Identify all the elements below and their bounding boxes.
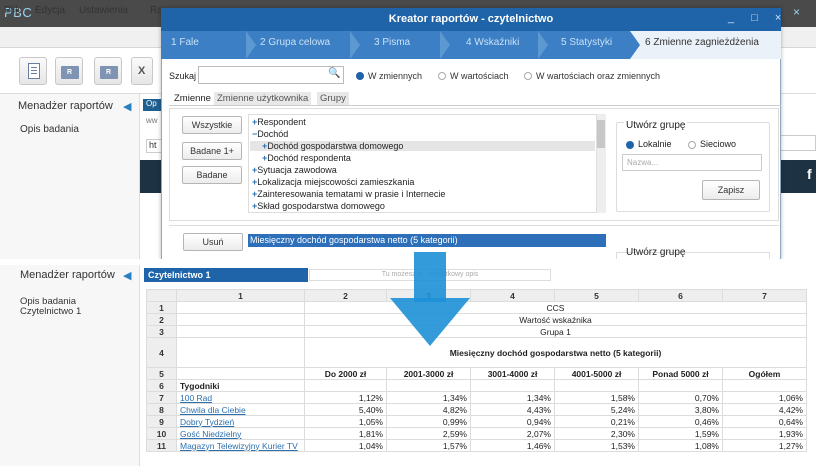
selected-variable-item[interactable]: Miesięczny dochód gospodarstwa netto (5 … <box>248 234 606 247</box>
merged-header-cell[interactable]: CCS <box>304 301 807 314</box>
table-row: 6 Tygodniki <box>146 379 807 392</box>
tree-item[interactable]: +Lokalizacja miejscowości zamieszkania <box>252 177 414 187</box>
table-row: 1 CCS <box>146 301 807 314</box>
all-button[interactable]: Wszystkie <box>182 116 242 134</box>
magazine-link[interactable]: Chwila dla Ciebie <box>180 405 246 415</box>
merged-header-cell[interactable]: Wartość wskaźnika <box>304 313 807 326</box>
collapse-panel-icon[interactable]: ◀ <box>123 100 131 113</box>
radio-in-variables-label: W zmiennych <box>368 71 423 81</box>
menu-plik[interactable]: Plik <box>4 5 20 16</box>
tree-item-czytelnictwo-1[interactable]: Czytelnictwo 1 <box>20 306 81 317</box>
corner-cell <box>146 289 177 302</box>
step-separator-icon <box>350 31 360 59</box>
column-header[interactable]: 6 <box>638 289 723 302</box>
column-header[interactable]: 1 <box>176 289 305 302</box>
table-row: 5 Do 2000 zł 2001-3000 zł 3001-4000 zł 4001-… <box>146 367 807 380</box>
column-header[interactable]: 4 <box>470 289 555 302</box>
radio-network-label: Sieciowo <box>700 139 737 149</box>
step-separator-icon <box>538 31 548 59</box>
tree-item[interactable]: +Zainteresowania tematami w prasie i Int… <box>252 189 445 199</box>
document-tab-partial[interactable]: Op <box>143 99 163 111</box>
banner-letter: f <box>807 166 812 182</box>
studied-button[interactable]: Badane <box>182 166 242 184</box>
group-name-input[interactable]: Nazwa... <box>622 154 762 171</box>
table-row: 2 Wartość wskaźnika <box>146 313 807 326</box>
merged-header-cell[interactable]: Miesięczny dochód gospodarstwa netto (5 … <box>304 337 807 368</box>
tree-item[interactable]: +Sytuacja zawodowa <box>252 165 337 175</box>
radio-in-variables[interactable] <box>356 72 364 80</box>
table-row: 10 Gość Niedzielny 1,81% 2,59% 2,07% 2,30% 1,5… <box>146 427 807 440</box>
radio-in-values[interactable] <box>438 72 446 80</box>
tree-item[interactable]: +Respondent <box>252 117 306 127</box>
search-input[interactable] <box>198 66 344 84</box>
table-row: 7 100 Rad 1,12% 1,34% 1,34% 1,58% 0,70% 1,06% <box>146 391 807 404</box>
report-table: 1 2 3 4 5 6 7 1CCS 2Wartość wskaźnika 3G… <box>146 289 807 452</box>
radio-network[interactable] <box>688 141 696 149</box>
magazine-link[interactable]: 100 Rad <box>180 393 212 403</box>
subtab-zmienne-uzytkownika[interactable]: Zmienne użytkownika <box>214 92 312 105</box>
table-row: 11 Magazyn Telewizyjny Kurier TV 1,04% 1,57… <box>146 439 807 452</box>
merged-header-cell[interactable]: Grupa 1 <box>304 325 807 338</box>
subtab-zmienne[interactable]: Zmienne <box>171 92 214 105</box>
report-manager-title: Menadżer raportów <box>18 100 113 112</box>
step-separator-icon <box>246 31 256 59</box>
new-document-button[interactable] <box>19 57 47 85</box>
create-group-title-2: Utwórz grupę <box>626 247 686 258</box>
save-group-button[interactable]: Zapisz <box>702 180 760 200</box>
tree-item[interactable]: −Dochód <box>252 129 288 139</box>
wizard-step-grupa-celowa[interactable]: 2 Grupa celowa <box>260 37 330 48</box>
report-manager-title-bottom: Menadżer raportów <box>20 269 115 281</box>
dialog-title: Kreator raportów - czytelnictwo <box>161 8 781 31</box>
tree-scrollbar-thumb[interactable] <box>597 120 605 148</box>
down-arrow-icon <box>390 252 470 346</box>
subtab-grupy[interactable]: Grupy <box>317 92 349 105</box>
document-icon <box>28 63 40 79</box>
table-row: 8 Chwila dla Ciebie 5,40% 4,82% 4,43% 5,24% 3,… <box>146 403 807 416</box>
column-header[interactable]: 5 <box>554 289 639 302</box>
wizard-step-zmienne-zagniezdzenia[interactable]: 6 Zmienne zagnieżdżenia <box>645 37 759 48</box>
table-row: 3 Grupa 1 <box>146 325 807 338</box>
studied-1plus-button[interactable]: Badane 1+ <box>182 142 242 160</box>
step-separator-icon <box>440 31 450 59</box>
wizard-step-pisma[interactable]: 3 Pisma <box>374 37 410 48</box>
report-manager-panel-top <box>0 94 140 259</box>
document-tab[interactable]: Czytelnictwo 1 <box>144 268 308 282</box>
menu-edycja[interactable]: Edycja <box>35 5 65 16</box>
remove-button[interactable]: Usuń <box>183 233 243 251</box>
table-row: 4 Miesięczny dochód gospodarstwa netto (5… <box>146 337 807 368</box>
search-icon[interactable]: 🔍 <box>328 68 340 79</box>
open-report-2-button[interactable]: R <box>94 57 122 85</box>
create-group-title: Utwórz grupę <box>624 120 688 131</box>
radio-local-label: Lokalnie <box>638 139 672 149</box>
column-header[interactable]: 2 <box>304 289 387 302</box>
search-label: Szukaj <box>169 71 197 81</box>
wizard-step-wskazniki[interactable]: 4 Wskaźniki <box>466 37 519 48</box>
dialog-window-controls[interactable]: _ □ × <box>728 12 788 24</box>
tree-item[interactable]: +Skład gospodarstwa domowego <box>252 201 385 211</box>
magazine-link[interactable]: Gość Niedzielny <box>180 429 241 439</box>
magazine-link[interactable]: Magazyn Telewizyjny Kurier TV <box>180 441 298 451</box>
tree-item[interactable]: +Dochód respondenta <box>262 153 351 163</box>
tree-item-opis-badania[interactable]: Opis badania <box>20 124 79 135</box>
radio-in-values-label: W wartościach <box>450 71 509 81</box>
column-header[interactable]: 7 <box>722 289 807 302</box>
excel-export-button[interactable]: X <box>131 57 153 85</box>
radio-local[interactable] <box>626 141 634 149</box>
wizard-step-statystyki[interactable]: 5 Statystyki <box>561 37 612 48</box>
partial-input[interactable] <box>780 135 816 151</box>
wizard-step-fale[interactable]: 1 Fale <box>171 37 199 48</box>
menu-ustawienia[interactable]: Ustawienia <box>79 5 128 16</box>
tree-item-selected[interactable]: +Dochód gospodarstwa domowego <box>250 141 595 151</box>
partial-text: ww <box>146 116 158 125</box>
radio-in-values-and-variables[interactable] <box>524 72 532 80</box>
radio-in-values-and-variables-label: W wartościach oraz zmiennych <box>536 71 661 81</box>
table-row: 9 Dobry Tydzień 1,05% 0,99% 0,94% 0,21% 0,46% 0… <box>146 415 807 428</box>
collapse-panel-icon[interactable]: ◀ <box>123 269 131 282</box>
magazine-link[interactable]: Dobry Tydzień <box>180 417 234 427</box>
open-report-button[interactable]: R <box>55 57 83 85</box>
step-separator-icon <box>630 31 640 59</box>
